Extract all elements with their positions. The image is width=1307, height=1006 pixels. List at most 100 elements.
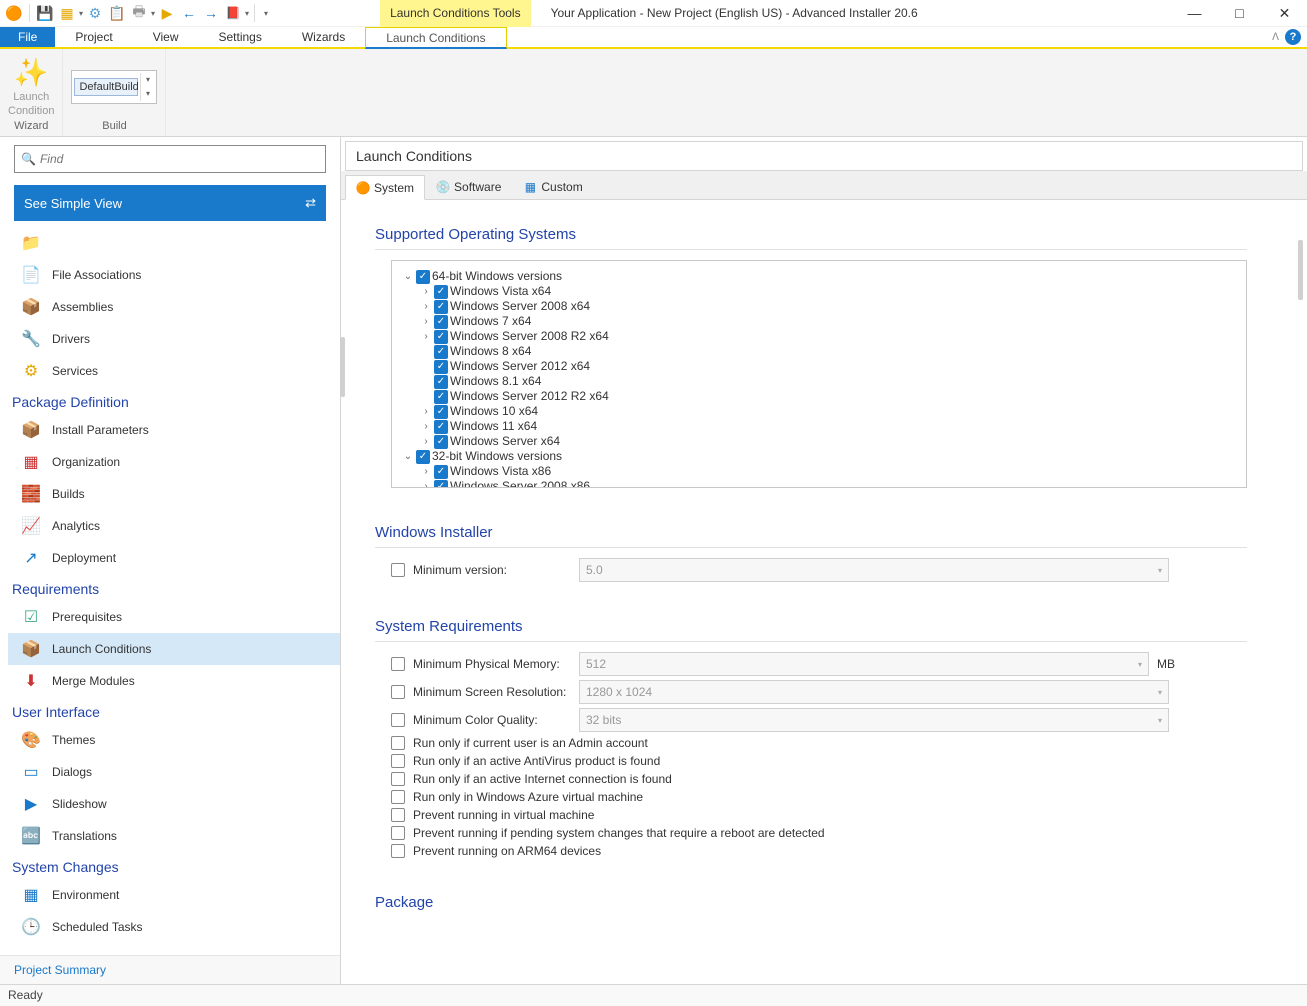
checkbox-antivirus[interactable] [391, 754, 405, 768]
checkbox-checked-icon[interactable]: ✓ [416, 270, 430, 284]
nav-item-drivers[interactable]: 🔧Drivers [8, 323, 340, 355]
nav-item-truncated[interactable]: 📁 [8, 227, 340, 259]
checkbox-checked-icon[interactable]: ✓ [434, 285, 448, 299]
expander-icon[interactable]: › [420, 329, 432, 344]
nav-item-prerequisites[interactable]: ☑Prerequisites [8, 601, 340, 633]
checkbox-checked-icon[interactable]: ✓ [434, 480, 448, 489]
input-min-memory[interactable]: 512▾ [579, 652, 1149, 676]
section-package: Package [375, 884, 1247, 917]
checkbox-checked-icon[interactable]: ✓ [434, 330, 448, 344]
content-tabs: 🟠System 💿Software ▦Custom [341, 171, 1307, 200]
checkbox-prevent-reboot[interactable] [391, 826, 405, 840]
checkbox-prevent-arm[interactable] [391, 844, 405, 858]
simple-view-toggle[interactable]: See Simple View ⇄ [14, 185, 326, 221]
content-title: Launch Conditions [345, 141, 1303, 171]
search-box[interactable]: 🔍 [14, 145, 326, 173]
expander-icon[interactable]: › [420, 419, 432, 434]
help-icon[interactable]: ? [1285, 29, 1301, 45]
checkbox-min-color[interactable] [391, 713, 405, 727]
quick-access-dropdown[interactable]: ▾ [260, 9, 272, 18]
run-icon[interactable]: ▶ [157, 3, 177, 23]
nav-item-assemblies[interactable]: 📦Assemblies [8, 291, 340, 323]
expander-icon[interactable]: › [420, 404, 432, 419]
menu-settings[interactable]: Settings [199, 27, 282, 47]
build-dropdown2-icon[interactable]: ▾ [140, 87, 154, 101]
checkbox-internet[interactable] [391, 772, 405, 786]
menu-file[interactable]: File [0, 27, 55, 47]
checkbox-checked-icon[interactable]: ✓ [434, 465, 448, 479]
nav-item-environment[interactable]: ▦Environment [8, 879, 340, 911]
build-dropdown-icon[interactable]: ▾ [140, 73, 154, 87]
nav-item-launch-conditions[interactable]: 📦Launch Conditions [8, 633, 340, 665]
print-icon[interactable]: 🖶 [129, 3, 149, 23]
checkbox-checked-icon[interactable]: ✓ [434, 360, 448, 374]
tab-system[interactable]: 🟠System [345, 175, 425, 200]
checkbox-min-resolution[interactable] [391, 685, 405, 699]
checkbox-admin[interactable] [391, 736, 405, 750]
nav-item-analytics[interactable]: 📈Analytics [8, 510, 340, 542]
tab-custom[interactable]: ▦Custom [512, 175, 593, 199]
content-splitter[interactable] [1298, 240, 1303, 300]
expander-icon[interactable]: › [420, 464, 432, 479]
pdf-icon[interactable]: 📕 [223, 3, 243, 23]
app-logo-icon[interactable]: 🟠 [4, 3, 24, 23]
dialogs-icon: ▭ [20, 761, 42, 783]
build-icon[interactable]: ⚙ [85, 3, 105, 23]
os-tree[interactable]: ⌄✓64-bit Windows versions ›✓Windows Vist… [391, 260, 1247, 488]
expander-icon[interactable]: ⌄ [402, 449, 414, 464]
ribbon-group-build-label: Build [102, 120, 126, 134]
menu-project[interactable]: Project [55, 27, 132, 47]
nav-item-install-parameters[interactable]: 📦Install Parameters [8, 414, 340, 446]
checkbox-min-memory[interactable] [391, 657, 405, 671]
checkbox-min-version[interactable] [391, 563, 405, 577]
nav-item-deployment[interactable]: ↗Deployment [8, 542, 340, 574]
build-select-box[interactable]: DefaultBuild ▾ ▾ [71, 70, 157, 104]
nav-item-translations[interactable]: 🔤Translations [8, 820, 340, 852]
menu-launch-conditions[interactable]: Launch Conditions [365, 27, 506, 49]
expander-icon[interactable]: › [420, 434, 432, 449]
nav-item-merge-modules[interactable]: ⬇Merge Modules [8, 665, 340, 697]
minimize-button[interactable]: — [1172, 0, 1217, 27]
checkbox-checked-icon[interactable]: ✓ [434, 390, 448, 404]
input-min-color[interactable]: 32 bits▾ [579, 708, 1169, 732]
forward-icon[interactable]: → [201, 3, 221, 23]
launch-condition-wizard-button[interactable]: ✨ Launch Condition [8, 57, 54, 117]
nav-item-themes[interactable]: 🎨Themes [8, 724, 340, 756]
maximize-button[interactable]: □ [1217, 0, 1262, 27]
nav-item-builds[interactable]: 🧱Builds [8, 478, 340, 510]
checkbox-checked-icon[interactable]: ✓ [434, 405, 448, 419]
nav-item-dialogs[interactable]: ▭Dialogs [8, 756, 340, 788]
project-summary-link[interactable]: Project Summary [0, 955, 340, 984]
package-icon[interactable]: ▦ [57, 3, 77, 23]
copy-icon[interactable]: 📋 [107, 3, 127, 23]
checkbox-azure[interactable] [391, 790, 405, 804]
expander-icon[interactable]: › [420, 284, 432, 299]
checkbox-checked-icon[interactable]: ✓ [434, 375, 448, 389]
nav-item-services[interactable]: ⚙Services [8, 355, 340, 387]
back-icon[interactable]: ← [179, 3, 199, 23]
nav-item-scheduled-tasks[interactable]: 🕒Scheduled Tasks [8, 911, 340, 943]
checkbox-checked-icon[interactable]: ✓ [434, 300, 448, 314]
tab-software[interactable]: 💿Software [425, 175, 512, 199]
expander-icon[interactable]: › [420, 314, 432, 329]
ribbon-toggle-icon[interactable]: ᐱ [1272, 32, 1279, 43]
checkbox-checked-icon[interactable]: ✓ [434, 420, 448, 434]
close-button[interactable]: ✕ [1262, 0, 1307, 27]
expander-icon[interactable]: › [420, 479, 432, 488]
save-icon[interactable]: 💾 [35, 3, 55, 23]
expander-icon[interactable]: ⌄ [402, 269, 414, 284]
menu-wizards[interactable]: Wizards [282, 27, 365, 47]
nav-item-organization[interactable]: ▦Organization [8, 446, 340, 478]
checkbox-checked-icon[interactable]: ✓ [434, 315, 448, 329]
menu-view[interactable]: View [133, 27, 199, 47]
input-min-resolution[interactable]: 1280 x 1024▾ [579, 680, 1169, 704]
nav-item-slideshow[interactable]: ▶Slideshow [8, 788, 340, 820]
nav-item-file-associations[interactable]: 📄File Associations [8, 259, 340, 291]
search-input[interactable] [40, 152, 319, 166]
checkbox-checked-icon[interactable]: ✓ [416, 450, 430, 464]
checkbox-checked-icon[interactable]: ✓ [434, 345, 448, 359]
checkbox-checked-icon[interactable]: ✓ [434, 435, 448, 449]
checkbox-prevent-vm[interactable] [391, 808, 405, 822]
expander-icon[interactable]: › [420, 299, 432, 314]
input-min-version[interactable]: 5.0▾ [579, 558, 1169, 582]
